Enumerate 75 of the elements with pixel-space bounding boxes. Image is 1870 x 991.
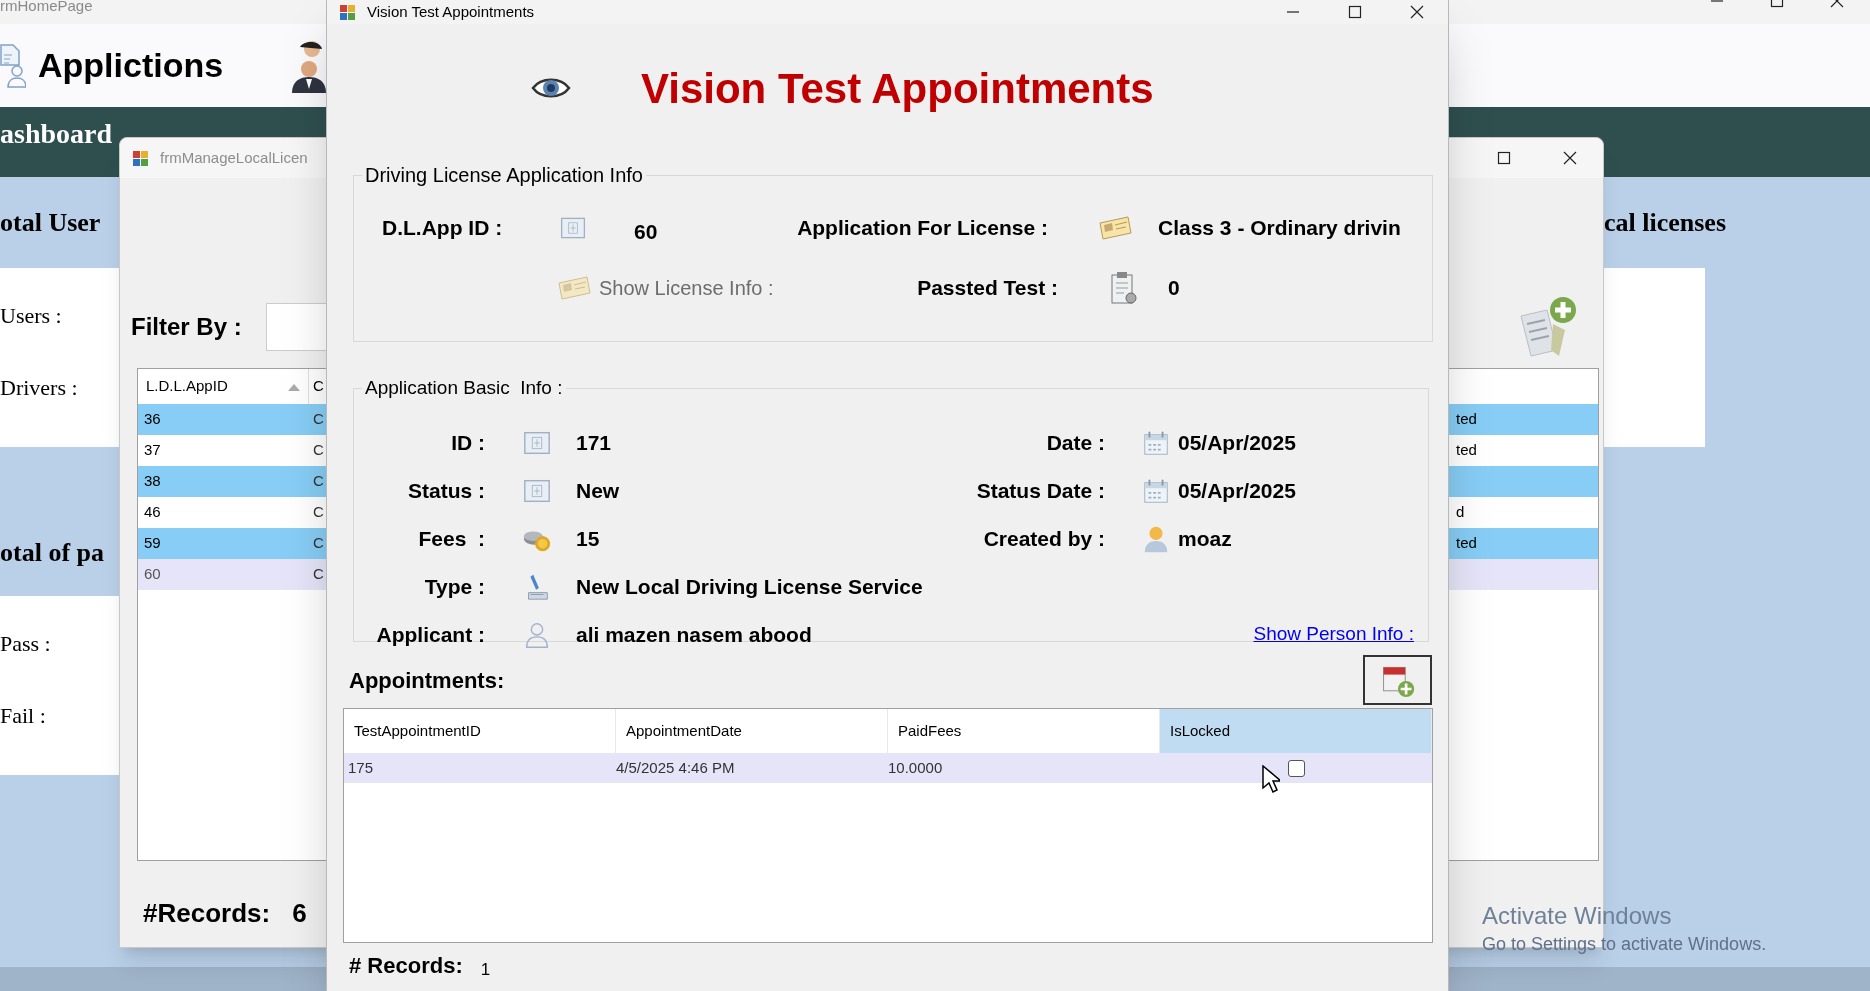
maximize-icon — [1497, 151, 1511, 165]
mouse-pointer-icon — [1262, 765, 1280, 793]
grid-row[interactable]: 175 4/5/2025 4:46 PM 10.0000 — [344, 753, 1432, 783]
field-value: 171 — [576, 429, 613, 456]
people-icon — [292, 38, 327, 93]
stat-label: Pass : — [0, 630, 51, 658]
stat-title: cal licenses — [1604, 207, 1727, 239]
field-label: ID : — [450, 429, 485, 456]
clipboard-icon — [1108, 271, 1138, 305]
stat-title: otal of pa — [0, 537, 104, 569]
records-count: 6 — [292, 897, 307, 930]
dialog-heading: Vision Test Appointments — [641, 63, 1154, 114]
field-label: Fees : — [417, 525, 485, 552]
stat-label: Users : — [0, 302, 62, 330]
field-value: Class 3 - Ordinary drivin — [1158, 215, 1401, 242]
table-cell-text: d — [1456, 502, 1466, 523]
stat-title: otal User — [0, 207, 101, 239]
close-icon — [1410, 5, 1424, 19]
table-cell-text: ted — [1456, 409, 1478, 430]
field-value: New Local Driving License Service — [576, 573, 924, 600]
table-cell-text: 59 — [143, 533, 162, 554]
filter-label: Filter By : — [131, 312, 242, 342]
section-title: Appointments: — [349, 666, 505, 695]
table-cell-text: ted — [1456, 440, 1478, 461]
app-title: Applictions — [38, 45, 224, 86]
license-card-icon — [1098, 215, 1132, 241]
column-header[interactable]: C — [309, 369, 328, 404]
field-value: 05/Apr/2025 — [1178, 429, 1296, 456]
add-appointment-button[interactable] — [1363, 655, 1432, 705]
table-cell-text: 60 — [143, 564, 162, 585]
window-title: Vision Test Appointments — [367, 1, 535, 22]
records-count: 1 — [480, 958, 491, 981]
table-cell-text: 4/5/2025 4:46 PM — [616, 757, 736, 778]
field-label: Application For License : — [796, 215, 1048, 242]
checkbox[interactable] — [1287, 759, 1305, 777]
table-cell-text: 37 — [143, 440, 162, 461]
field-label: Date : — [1045, 429, 1105, 456]
records-label: # Records: — [349, 952, 463, 980]
field-label: D.L.App ID : — [382, 215, 504, 242]
field-value: 0 — [1168, 275, 1180, 302]
field-value: 60 — [634, 219, 659, 246]
stat-label: Drivers : — [0, 374, 78, 402]
table-cell-text: 175 — [347, 757, 375, 778]
maximize-icon — [1348, 5, 1362, 19]
app-icon — [339, 3, 357, 21]
column-header[interactable]: IsLocked — [1160, 709, 1432, 753]
table-cell-text: C — [312, 564, 325, 585]
table-cell-text: 36 — [143, 409, 162, 430]
table-cell-text: C — [312, 502, 325, 523]
table-cell-text: C — [312, 440, 325, 461]
field-value: 15 — [576, 525, 601, 552]
dashboard-title: ashboard — [0, 117, 113, 151]
field-label: Status : — [407, 477, 485, 504]
table-cell-text: 10.0000 — [888, 757, 944, 778]
window-title: frmManageLocalLicen — [160, 147, 308, 168]
table-cell-text: 46 — [143, 502, 162, 523]
license-card-icon — [557, 275, 591, 301]
table-cell-text: 38 — [143, 471, 162, 492]
field-label: Created by : — [982, 525, 1105, 552]
table-cell-text: C — [312, 409, 325, 430]
app-icon — [132, 149, 150, 167]
table-cell-text: C — [312, 471, 325, 492]
records-label: #Records: — [143, 897, 271, 930]
table-cell-text: ted — [1456, 533, 1478, 554]
stat-label: Fail : — [0, 702, 46, 730]
field-label: Passted Test : — [916, 275, 1058, 302]
field-label: Type : — [423, 573, 485, 600]
field-label: Status Date : — [976, 477, 1105, 504]
close-icon — [1563, 151, 1577, 165]
field-value: moaz — [1178, 525, 1232, 552]
table-cell-text: C — [312, 533, 325, 554]
activation-notice: Activate Windows — [1482, 901, 1673, 931]
field-value: 05/Apr/2025 — [1178, 477, 1296, 504]
field-value: New — [576, 477, 621, 504]
window-title: rmHomePage — [0, 0, 93, 14]
